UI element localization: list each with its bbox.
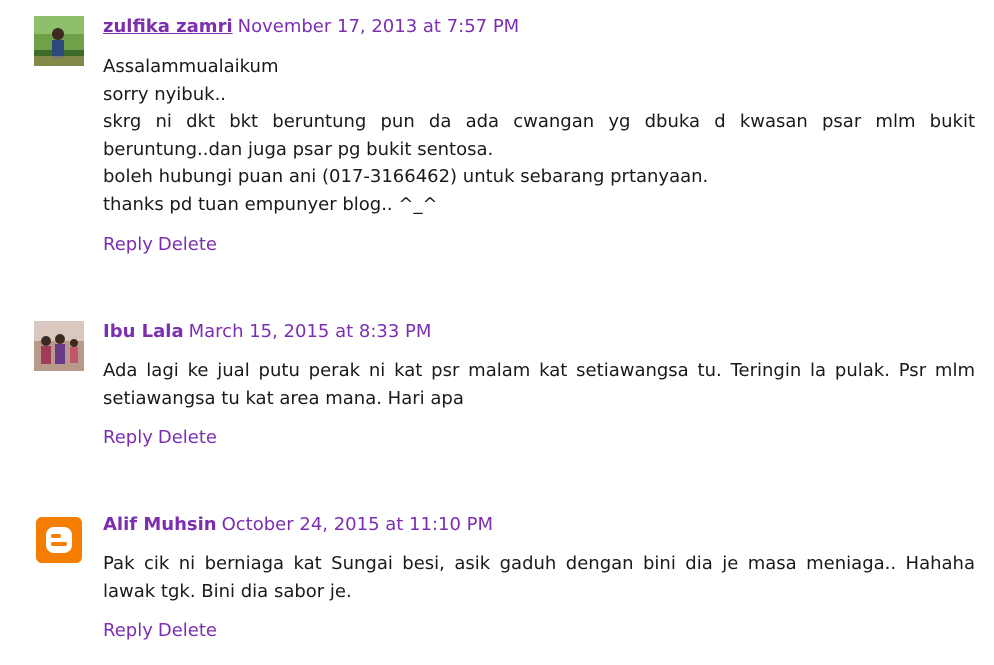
comment-line: skrg ni dkt bkt beruntung pun da ada cwa… xyxy=(103,111,975,160)
avatar[interactable] xyxy=(34,515,84,565)
comment-header: Alif Muhsin October 24, 2015 at 11:10 PM xyxy=(103,513,493,537)
reply-link[interactable]: Reply xyxy=(103,234,153,255)
avatar[interactable] xyxy=(34,16,84,66)
comment-date-link[interactable]: October 24, 2015 at 11:10 PM xyxy=(222,514,493,535)
delete-link[interactable]: Delete xyxy=(158,234,217,255)
comment-line: thanks pd tuan empunyer blog.. ^_^ xyxy=(103,193,438,215)
author-link[interactable]: zulfika zamri xyxy=(103,16,233,37)
reply-link[interactable]: Reply xyxy=(103,620,153,641)
comment-actions: Reply Delete xyxy=(103,426,217,450)
author-link[interactable]: Alif Muhsin xyxy=(103,514,217,535)
comment-date-link[interactable]: November 17, 2013 at 7:57 PM xyxy=(238,16,520,37)
comment-actions: Reply Delete xyxy=(103,619,217,643)
comment-header: zulfika zamri November 17, 2013 at 7:57 P… xyxy=(103,15,519,39)
comment-line: boleh hubungi puan ani (017-3166462) unt… xyxy=(103,166,709,187)
author-link[interactable]: Ibu Lala xyxy=(103,321,184,342)
comment-line: sorry nyibuk.. xyxy=(103,83,227,105)
delete-link[interactable]: Delete xyxy=(158,620,217,641)
blogger-logo-icon xyxy=(34,515,84,565)
comment-line: Pak cik ni berniaga kat Sungai besi, asi… xyxy=(103,553,975,602)
comment-actions: Reply Delete xyxy=(103,233,217,257)
comment-line: Assalammualaikum xyxy=(103,56,279,77)
comment-body: Assalammualaikum sorry nyibuk.. skrg ni … xyxy=(103,53,975,218)
comment-body: Ada lagi ke jual putu perak ni kat psr m… xyxy=(103,357,975,412)
avatar[interactable] xyxy=(34,321,84,371)
profile-photo-icon xyxy=(34,16,84,66)
comment-date-link[interactable]: March 15, 2015 at 8:33 PM xyxy=(189,321,432,342)
delete-link[interactable]: Delete xyxy=(158,427,217,448)
comment-body: Pak cik ni berniaga kat Sungai besi, asi… xyxy=(103,550,975,605)
comment-header: Ibu Lala March 15, 2015 at 8:33 PM xyxy=(103,320,431,344)
profile-photo-icon xyxy=(34,321,84,371)
comment-line: Ada lagi ke jual putu perak ni kat psr m… xyxy=(103,360,975,409)
reply-link[interactable]: Reply xyxy=(103,427,153,448)
